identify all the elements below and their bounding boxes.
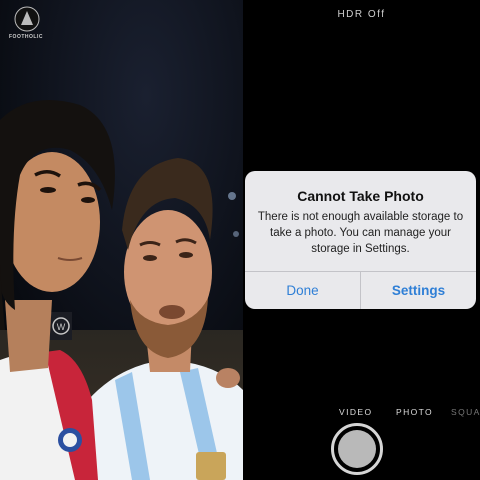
alert-message: There is not enough available storage to… (257, 211, 464, 255)
shutter-inner (338, 430, 376, 468)
camera-screen: HDR Off Cannot Take Photo There is not e… (243, 0, 480, 480)
camera-mode-selector: VIDEO PHOTO SQUA (243, 407, 480, 421)
selfie-photo: W FOOTHOLIC (0, 0, 243, 480)
mode-square[interactable]: SQUA (451, 407, 480, 417)
storage-alert-dialog: Cannot Take Photo There is not enough av… (245, 171, 476, 309)
settings-button[interactable]: Settings (361, 272, 476, 309)
crest-icon (14, 6, 40, 32)
svg-text:W: W (57, 322, 66, 332)
watermark-logo: FOOTHOLIC (5, 5, 51, 45)
mode-video[interactable]: VIDEO (339, 407, 372, 417)
watermark-text: FOOTHOLIC (9, 34, 43, 40)
shutter-button[interactable] (331, 423, 383, 475)
done-button[interactable]: Done (245, 272, 360, 309)
hdr-toggle[interactable]: HDR Off (243, 9, 480, 20)
selfie-illustration: W (0, 0, 243, 480)
mode-photo[interactable]: PHOTO (396, 407, 433, 417)
alert-title: Cannot Take Photo (297, 188, 424, 204)
